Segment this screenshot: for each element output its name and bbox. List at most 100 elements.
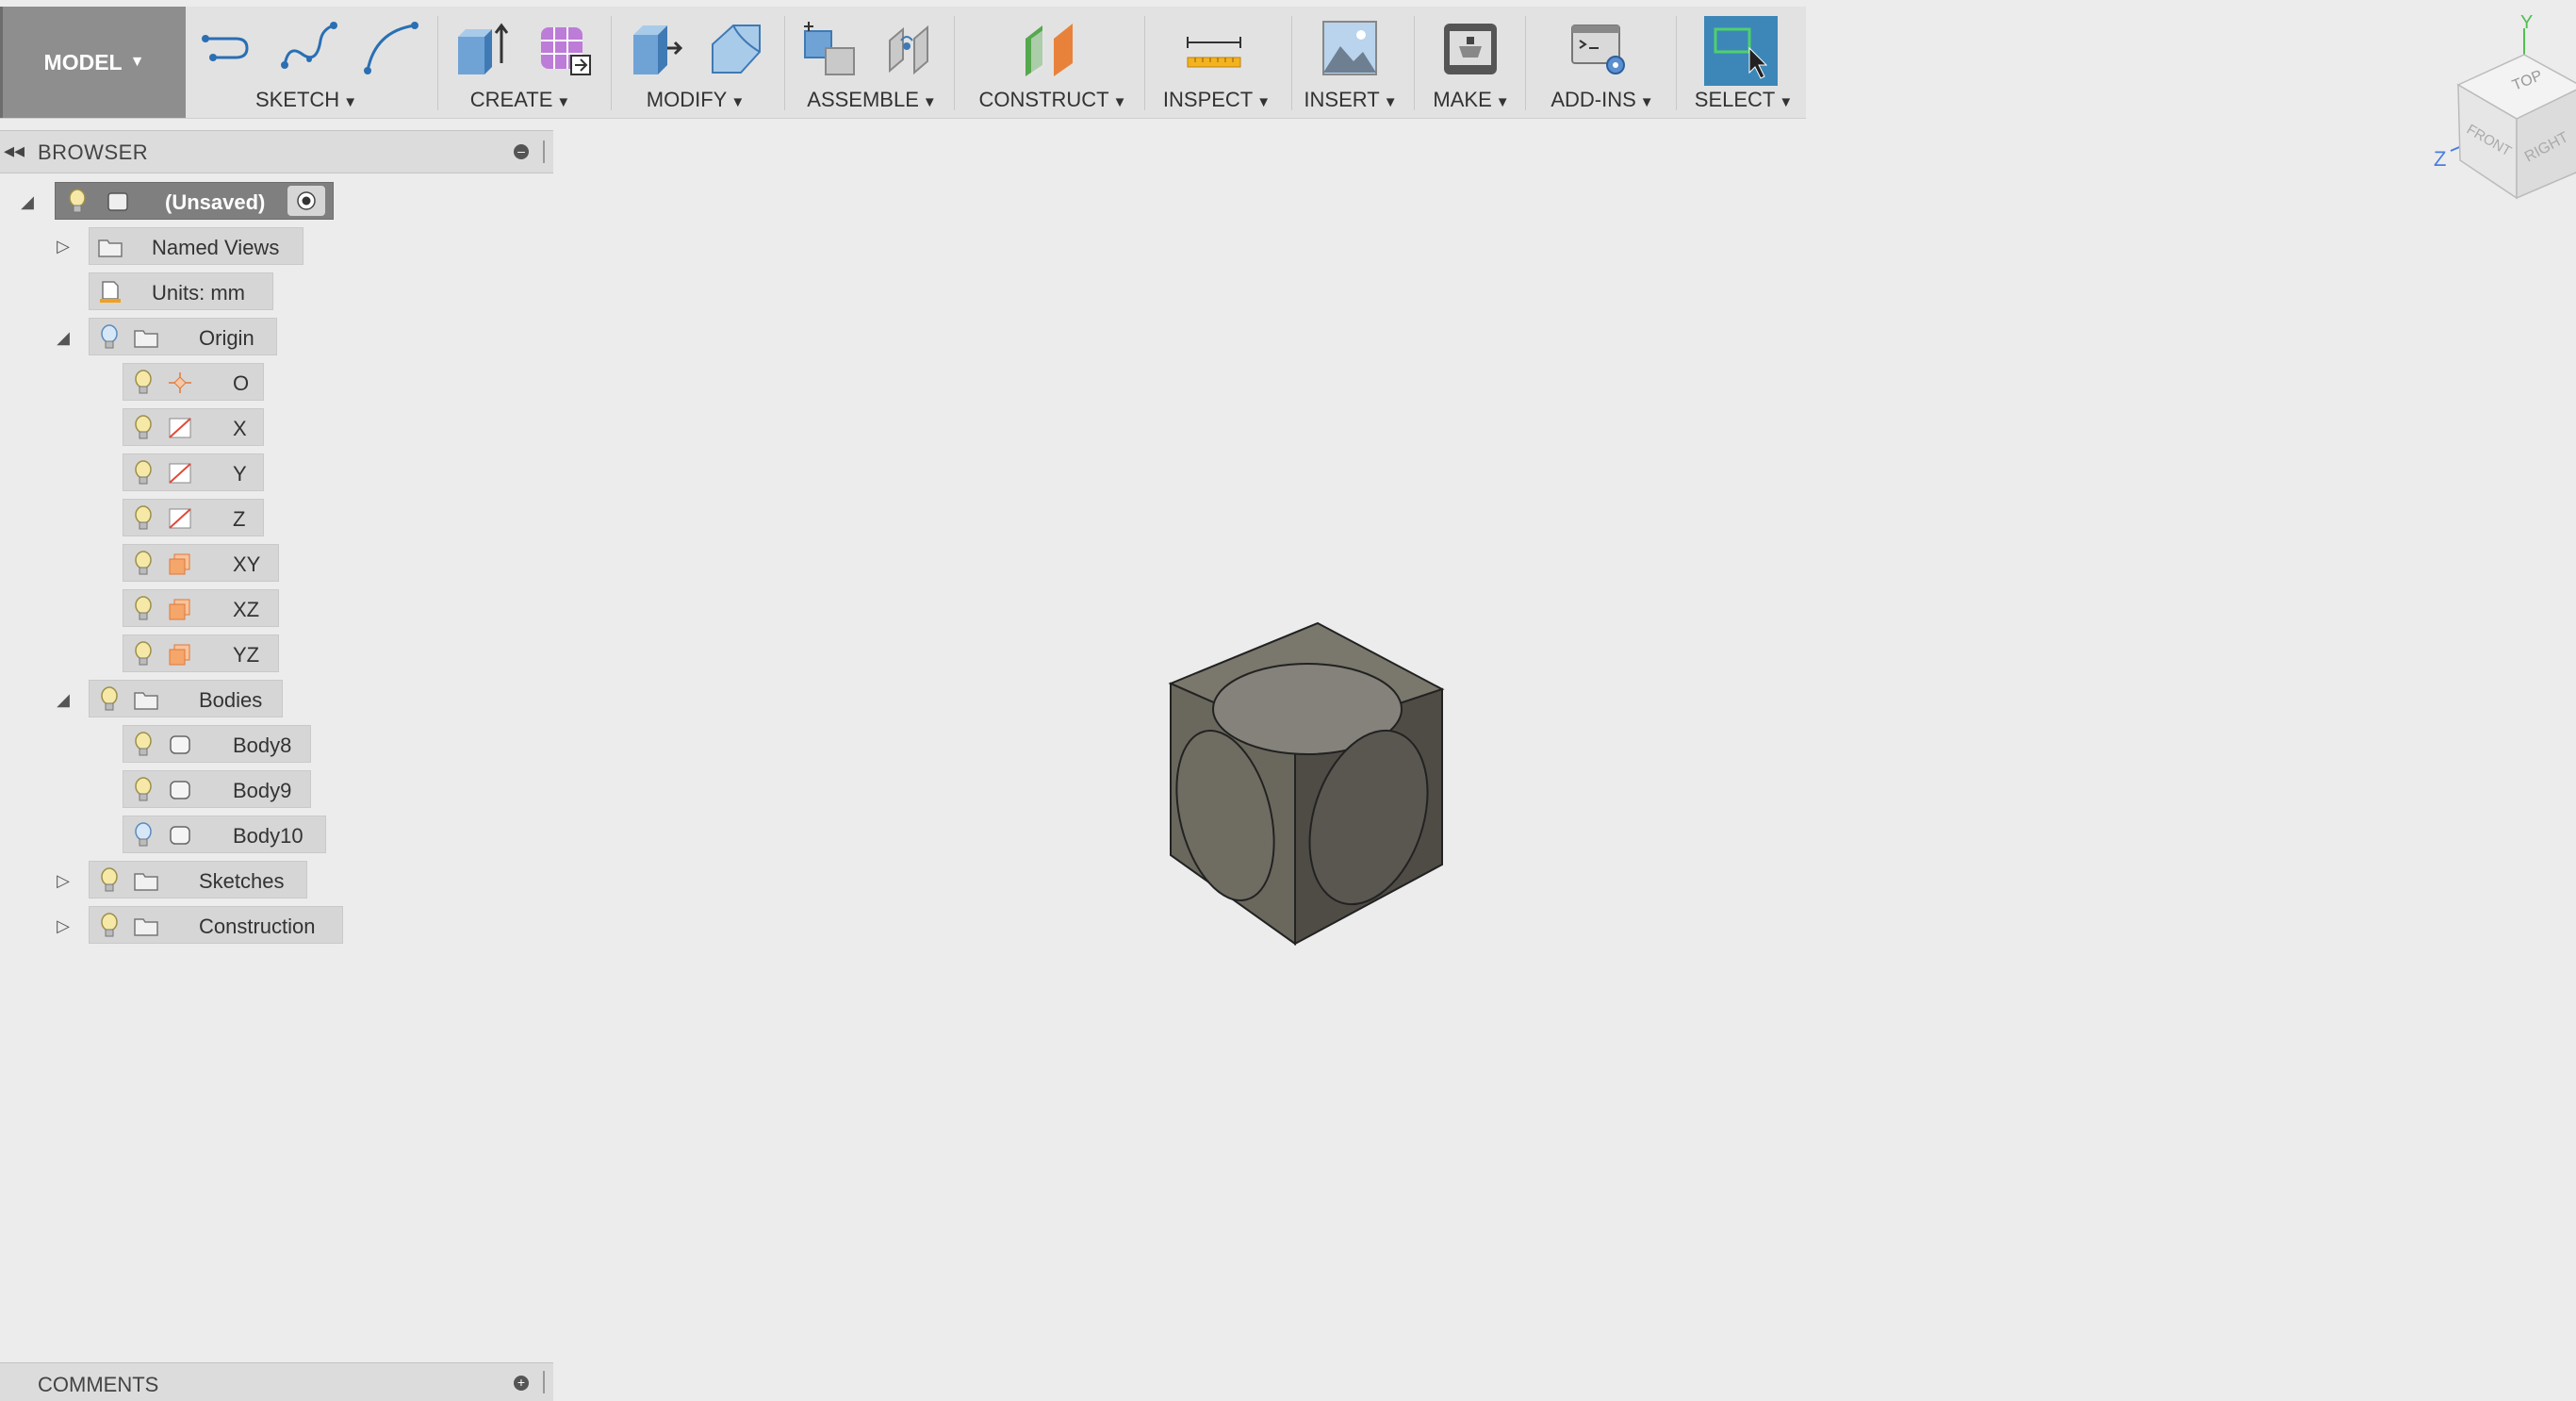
insert-image-icon[interactable] [1320,18,1380,78]
origin-item-plane-xz[interactable]: XZ [123,589,279,627]
visibility-bulb-icon[interactable] [67,189,88,215]
visibility-bulb-icon[interactable] [133,505,154,532]
browser-node-bodies[interactable]: Bodies [89,680,283,717]
scripts-icon[interactable] [1568,18,1629,78]
origin-item-axis-y[interactable]: Y [123,453,264,491]
new-component-icon[interactable] [799,18,860,78]
chevron-down-icon: ▼ [1495,94,1510,110]
body-item-body8[interactable]: Body8 [123,725,311,763]
chevron-down-icon: ▼ [343,94,358,110]
radio-active-icon [297,191,316,210]
minimize-panel-icon[interactable]: – [514,144,529,159]
visibility-bulb-icon[interactable] [133,596,154,622]
collapse-panel-icon[interactable]: ◂◂ [4,139,25,163]
origin-item-plane-yz[interactable]: YZ [123,635,279,672]
browser-node-units[interactable]: Units: mm [89,272,273,310]
sketch-menu[interactable]: SKETCH ▼ [255,88,357,112]
browser-node-named-views[interactable]: Named Views [89,227,304,265]
collapse-arrow-icon[interactable]: ◢ [17,191,38,212]
visibility-bulb-icon[interactable] [133,415,154,441]
arc-icon[interactable] [360,18,420,78]
chevron-down-icon: ▼ [129,54,145,70]
toolbar-divider [954,16,955,110]
visibility-bulb-icon[interactable] [99,686,120,713]
plane-icon [169,553,190,575]
visibility-bulb-icon[interactable] [133,551,154,577]
workspace-switcher[interactable]: MODEL ▼ [0,7,186,118]
browser-node-origin[interactable]: Origin [89,318,277,355]
units-document-icon [100,281,121,303]
inspect-menu[interactable]: INSPECT ▼ [1163,88,1271,112]
chevron-down-icon: ▼ [730,94,746,110]
origin-item-axis-x[interactable]: X [123,408,264,446]
visibility-bulb-icon[interactable] [133,641,154,668]
visibility-bulb-icon[interactable] [133,777,154,803]
visibility-bulb-icon[interactable] [99,324,120,351]
workspace-label: MODEL [43,49,123,74]
visibility-bulb-icon[interactable] [133,370,154,396]
measure-icon[interactable] [1184,18,1244,78]
axis-icon [169,418,191,438]
folder-icon [134,918,158,936]
visibility-bulb-icon[interactable] [133,460,154,486]
chevron-down-icon: ▼ [556,94,571,110]
press-pull-icon[interactable] [626,18,686,78]
chevron-down-icon: ▼ [922,94,937,110]
activate-radio[interactable] [287,186,325,216]
browser-root-node[interactable]: (Unsaved) [55,182,334,220]
chevron-down-icon: ▼ [1112,94,1127,110]
chevron-down-icon: ▼ [1639,94,1654,110]
expand-arrow-icon[interactable]: ▷ [53,915,74,936]
addins-menu[interactable]: ADD-INS ▼ [1551,88,1653,112]
plane-icon [169,644,190,666]
collapse-arrow-icon[interactable]: ◢ [53,689,74,710]
expand-arrow-icon[interactable]: ▷ [53,870,74,891]
extrude-icon[interactable] [451,18,511,78]
origin-item-plane-xy[interactable]: XY [123,544,279,582]
fillet-icon[interactable] [707,18,767,78]
3d-print-icon[interactable] [1440,18,1501,78]
body-icon [170,735,190,754]
collapse-arrow-icon[interactable]: ◢ [53,327,74,348]
panel-resize-grip[interactable] [543,1371,548,1393]
visibility-bulb-icon[interactable] [99,867,120,894]
axis-icon [169,463,191,484]
body-item-body10[interactable]: Body10 [123,816,326,853]
offset-plane-icon[interactable] [1020,18,1080,78]
expand-arrow-icon[interactable]: ▷ [53,236,74,256]
spline-icon[interactable] [279,18,339,78]
browser-node-construction[interactable]: Construction [89,906,343,944]
toolbar-divider [1676,16,1677,110]
comments-panel-header[interactable]: COMMENTS + [0,1362,553,1401]
origin-point-icon [169,372,191,393]
modify-menu[interactable]: MODIFY ▼ [647,88,745,112]
viewcube[interactable]: Y Z TOP FRONT RIGHT [2422,0,2576,203]
body-icon [170,826,190,845]
root-label: (Unsaved) [165,190,266,214]
line-icon[interactable] [198,18,258,78]
visibility-bulb-icon[interactable] [133,822,154,849]
folder-icon [134,330,158,348]
select-menu[interactable]: SELECT ▼ [1695,88,1793,112]
browser-title: BROWSER [38,140,149,164]
assemble-menu[interactable]: ASSEMBLE ▼ [807,88,936,112]
form-icon[interactable] [533,18,594,78]
plane-icon [169,599,190,620]
browser-node-sketches[interactable]: Sketches [89,861,307,898]
axis-y-label: Y [2520,12,2533,33]
visibility-bulb-icon[interactable] [133,732,154,758]
create-menu[interactable]: CREATE ▼ [470,88,570,112]
origin-item-point[interactable]: O [123,363,264,401]
joint-icon[interactable] [882,18,943,78]
insert-menu[interactable]: INSERT ▼ [1304,88,1397,112]
select-window-button[interactable] [1704,16,1778,86]
body-item-body9[interactable]: Body9 [123,770,311,808]
panel-resize-grip[interactable] [543,140,548,163]
folder-icon [134,873,158,891]
construct-menu[interactable]: CONSTRUCT ▼ [979,88,1127,112]
make-menu[interactable]: MAKE ▼ [1433,88,1509,112]
toolbar-divider [611,16,612,110]
visibility-bulb-icon[interactable] [99,913,120,939]
cube-model[interactable] [1159,618,1461,952]
origin-item-axis-z[interactable]: Z [123,499,264,536]
